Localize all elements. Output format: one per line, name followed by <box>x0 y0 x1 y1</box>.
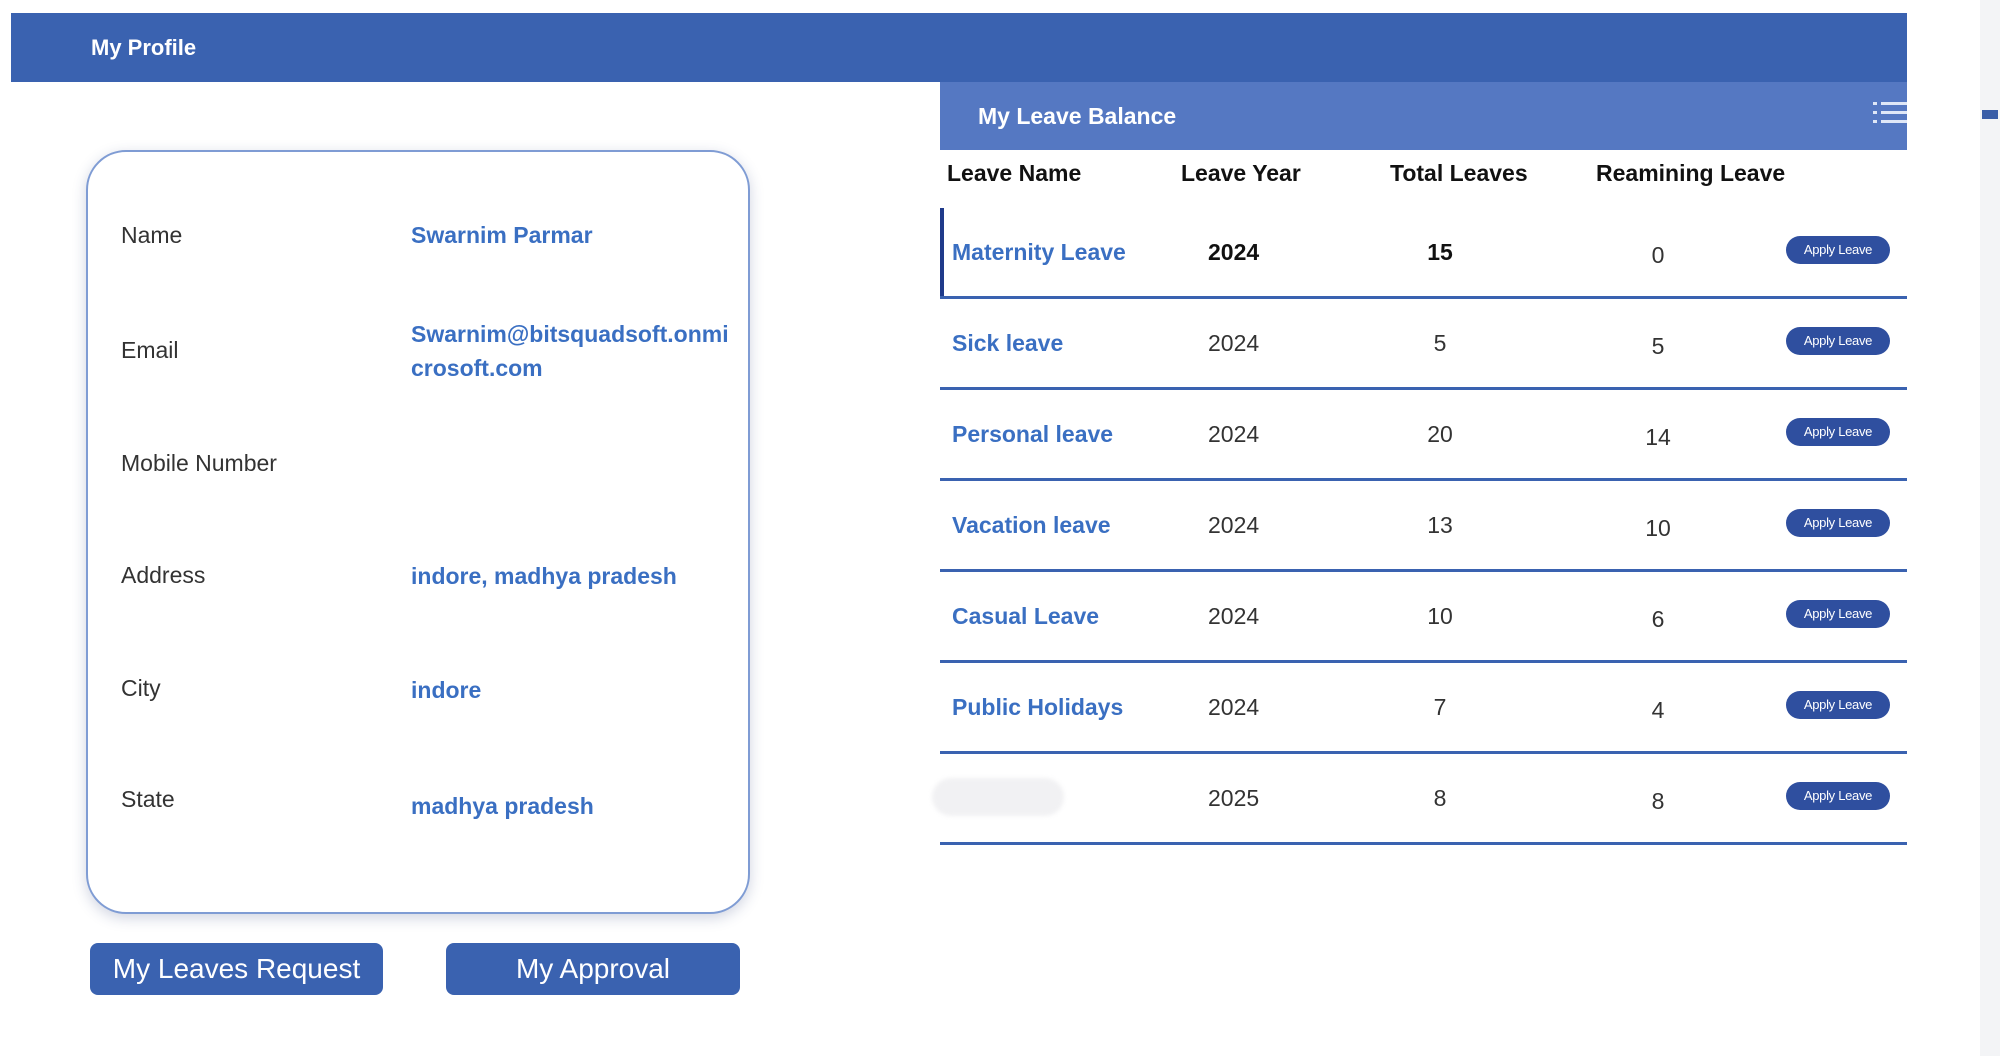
total-leaves: 20 <box>1427 421 1453 447</box>
remaining-leave: 6 <box>1651 606 1665 632</box>
top-bar: My Profile <box>11 13 1907 82</box>
apply-leave-button[interactable]: Apply Leave <box>1786 782 1890 810</box>
leave-year: 2024 <box>1208 239 1260 265</box>
list-icon[interactable] <box>1871 96 1907 134</box>
column-header-leave-year: Leave Year <box>1181 160 1301 186</box>
column-header-leave-name: Leave Name <box>947 160 1082 186</box>
total-leaves: 13 <box>1427 512 1453 538</box>
leave-balance-title: My Leave Balance <box>978 103 1177 129</box>
total-leaves: 5 <box>1433 330 1447 356</box>
state-value: madhya pradesh <box>411 793 594 819</box>
table-row[interactable]: Casual Leave 2024 10 6 Apply Leave <box>940 572 1907 663</box>
leave-year: 2025 <box>1208 785 1260 811</box>
mobile-number-label: Mobile Number <box>121 450 277 476</box>
apply-leave-button[interactable]: Apply Leave <box>1786 691 1890 719</box>
city-value: indore <box>411 677 482 703</box>
panel-marker <box>1982 110 1998 119</box>
name-label: Name <box>121 222 183 248</box>
total-leaves: 15 <box>1427 239 1453 265</box>
leave-balance-header: My Leave Balance <box>940 82 1907 150</box>
remaining-leave: 8 <box>1651 788 1665 814</box>
address-value: indore, madhya pradesh <box>411 563 677 589</box>
email-value: Swarnim@bitsquadsoft.onmicrosoft.com <box>411 321 729 381</box>
table-row[interactable]: Personal leave 2024 20 14 Apply Leave <box>940 390 1907 481</box>
name-value: Swarnim Parmar <box>411 222 593 248</box>
apply-leave-button[interactable]: Apply Leave <box>1786 418 1890 446</box>
leave-name[interactable]: Personal leave <box>952 421 1113 448</box>
apply-leave-button[interactable]: Apply Leave <box>1786 327 1890 355</box>
leave-year: 2024 <box>1208 421 1260 447</box>
column-header-remaining-leave: Reamining Leave <box>1596 160 1786 186</box>
leave-year: 2024 <box>1208 694 1260 720</box>
leave-name[interactable]: Sick leave <box>952 330 1063 357</box>
leave-name[interactable]: Public Holidays <box>952 694 1123 721</box>
table-row[interactable]: Maternity Leave 2024 15 0 Apply Leave <box>940 208 1907 299</box>
table-row[interactable]: Vacation leave 2024 13 10 Apply Leave <box>940 481 1907 572</box>
email-label: Email <box>121 337 179 363</box>
city-label: City <box>121 675 161 701</box>
table-row[interactable]: Sick leave 2024 5 5 Apply Leave <box>940 299 1907 390</box>
leave-year: 2024 <box>1208 603 1260 629</box>
remaining-leave: 4 <box>1651 697 1665 723</box>
redacted-leave-name <box>932 778 1064 816</box>
remaining-leave: 14 <box>1645 424 1671 450</box>
remaining-leave: 5 <box>1651 333 1665 359</box>
table-row[interactable]: 2025 8 8 Apply Leave <box>932 754 1907 845</box>
leave-name[interactable]: Vacation leave <box>952 512 1111 539</box>
apply-leave-button[interactable]: Apply Leave <box>1786 509 1890 537</box>
table-row[interactable]: Public Holidays 2024 7 4 Apply Leave <box>940 663 1907 754</box>
leave-name[interactable]: Maternity Leave <box>952 239 1126 266</box>
apply-leave-button[interactable]: Apply Leave <box>1786 600 1890 628</box>
my-leaves-request-button[interactable]: My Leaves Request <box>90 943 383 995</box>
column-header-total-leaves: Total Leaves <box>1390 160 1528 186</box>
total-leaves: 8 <box>1433 785 1447 811</box>
total-leaves: 7 <box>1433 694 1447 720</box>
my-approval-button[interactable]: My Approval <box>446 943 740 995</box>
leave-name[interactable]: Casual Leave <box>952 603 1099 630</box>
leave-year: 2024 <box>1208 512 1260 538</box>
profile-card: Name Swarnim Parmar Email Swarnim@bitsqu… <box>86 150 750 914</box>
page-title: My Profile <box>91 35 197 60</box>
total-leaves: 10 <box>1427 603 1453 629</box>
address-label: Address <box>121 562 206 588</box>
right-edge-panel <box>1980 0 2000 1056</box>
leave-year: 2024 <box>1208 330 1260 356</box>
state-label: State <box>121 786 175 812</box>
remaining-leave: 10 <box>1645 515 1671 541</box>
remaining-leave: 0 <box>1651 242 1665 268</box>
apply-leave-button[interactable]: Apply Leave <box>1786 236 1890 264</box>
